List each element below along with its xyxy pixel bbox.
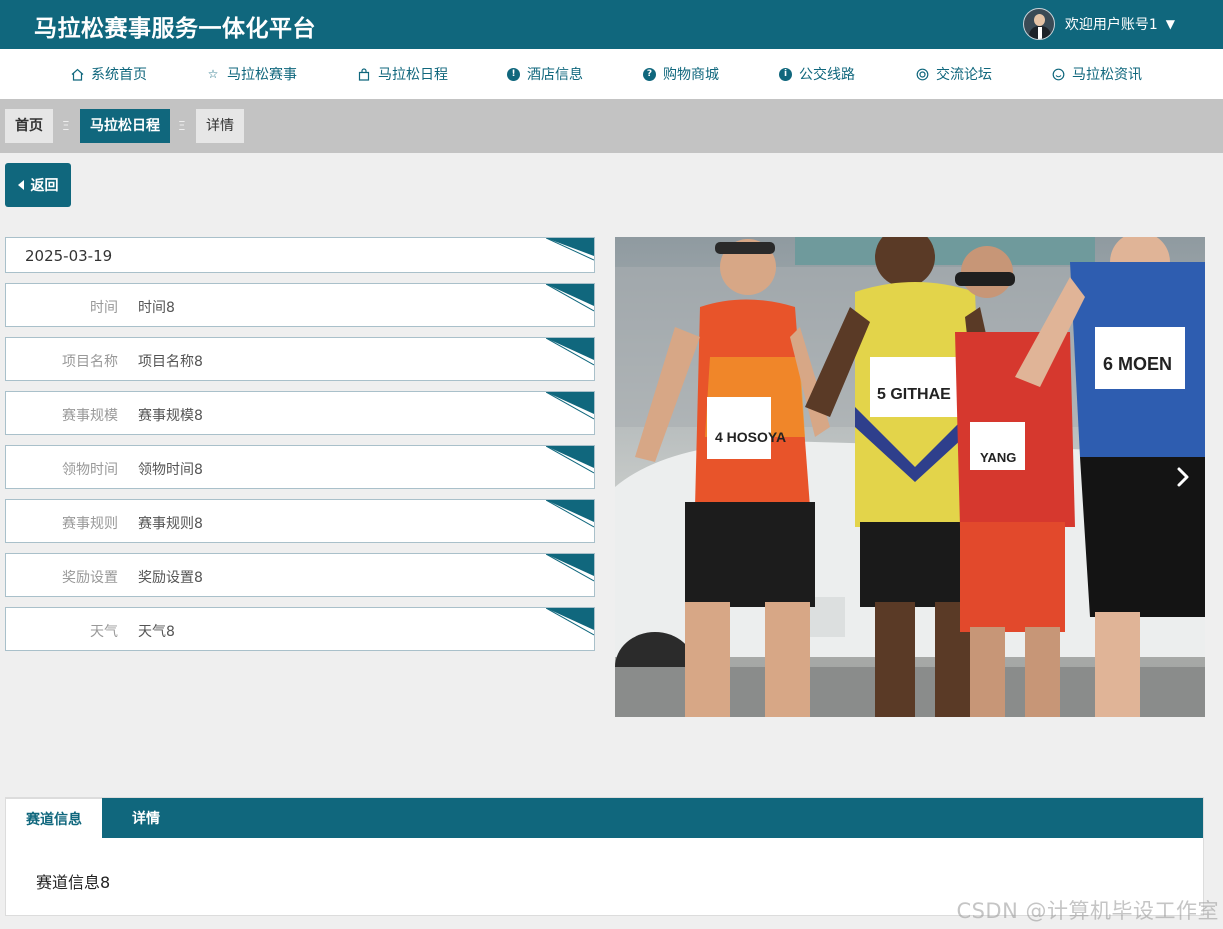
home-icon — [70, 67, 84, 81]
nav-label: 系统首页 — [91, 67, 147, 83]
tab-bar: 赛道信息 详情 — [6, 798, 1203, 838]
nav-label: 公交线路 — [799, 67, 855, 83]
breadcrumb-home[interactable]: 首页 — [5, 109, 53, 143]
nav-item-marathon-events[interactable]: ☆ 马拉松赛事 — [206, 49, 297, 99]
corner-decoration-icon — [546, 446, 594, 474]
event-date: 2025-03-19 — [25, 247, 113, 265]
field-label: 天气 — [90, 624, 118, 640]
field-label: 赛事规模 — [62, 408, 118, 424]
nav-item-home[interactable]: 系统首页 — [70, 49, 147, 99]
nav-item-shop[interactable]: ? 购物商城 — [643, 49, 719, 99]
corner-decoration-icon — [546, 608, 594, 636]
breadcrumb-separator-icon: Ξ — [62, 119, 70, 133]
bag-icon — [357, 67, 371, 81]
user-menu[interactable]: 欢迎用户账号1 ▼ — [1022, 7, 1175, 41]
field-row-weather: 天气 天气8 — [5, 607, 595, 651]
field-label: 领物时间 — [62, 462, 118, 478]
breadcrumb: 首页 Ξ 马拉松日程 Ξ 详情 — [0, 99, 1223, 153]
field-value: 赛事规则8 — [138, 516, 203, 532]
top-header: 马拉松赛事服务一体化平台 欢迎用户账号1 ▼ — [0, 0, 1223, 49]
nav-label: 交流论坛 — [936, 67, 992, 83]
corner-decoration-icon — [546, 284, 594, 312]
corner-decoration-icon — [546, 392, 594, 420]
field-label: 奖励设置 — [62, 570, 118, 586]
event-photo-carousel[interactable]: 4 HOSOYA 5 GITHAE YANG 6 MOEN — [615, 237, 1205, 717]
question-circle-icon: ? — [643, 67, 656, 81]
nav-item-marathon-schedule[interactable]: 马拉松日程 — [357, 49, 448, 99]
marathon-runners-photo: 4 HOSOYA 5 GITHAE YANG 6 MOEN — [615, 237, 1205, 717]
field-row-event-rules: 赛事规则 赛事规则8 — [5, 499, 595, 543]
bib-text: YANG — [980, 450, 1016, 465]
corner-decoration-icon — [546, 338, 594, 366]
caret-down-icon[interactable]: ▼ — [1166, 17, 1175, 31]
bib-text: 4 HOSOYA — [715, 429, 786, 445]
caret-left-icon — [17, 180, 24, 190]
tab-course-info[interactable]: 赛道信息 — [6, 798, 102, 838]
nav-item-forum[interactable]: 交流论坛 — [915, 49, 992, 99]
nav-label: 马拉松资讯 — [1072, 67, 1142, 83]
back-label: 返回 — [30, 178, 59, 194]
nav-item-hotel-info[interactable]: ! 酒店信息 — [507, 49, 583, 99]
corner-decoration-icon — [546, 500, 594, 528]
back-button[interactable]: 返回 — [5, 163, 71, 207]
field-value: 天气8 — [138, 624, 175, 640]
app-title: 马拉松赛事服务一体化平台 — [34, 16, 316, 42]
field-value: 时间8 — [138, 300, 175, 316]
field-label: 项目名称 — [62, 354, 118, 370]
date-row: 2025-03-19 — [5, 237, 595, 273]
field-value: 领物时间8 — [138, 462, 203, 478]
tab-details[interactable]: 详情 — [102, 798, 190, 838]
info-circle-icon: i — [779, 67, 792, 81]
field-row-project-name: 项目名称 项目名称8 — [5, 337, 595, 381]
watermark: CSDN @计算机毕设工作室 — [956, 899, 1219, 923]
corner-decoration-icon — [546, 554, 594, 582]
field-value: 项目名称8 — [138, 354, 203, 370]
nav-label: 购物商城 — [663, 67, 719, 83]
field-row-time: 时间 时间8 — [5, 283, 595, 327]
nav-item-bus-routes[interactable]: i 公交线路 — [779, 49, 855, 99]
field-label: 时间 — [90, 300, 118, 316]
corner-decoration-icon — [546, 238, 594, 261]
smile-icon — [1051, 67, 1065, 81]
main-nav: 系统首页 ☆ 马拉松赛事 马拉松日程 ! 酒店信息 ? 购物商城 i 公交线路 … — [0, 49, 1223, 99]
nav-label: 酒店信息 — [527, 67, 583, 83]
user-label[interactable]: 欢迎用户账号1 — [1065, 14, 1158, 34]
field-row-pickup-time: 领物时间 领物时间8 — [5, 445, 595, 489]
breadcrumb-separator-icon: Ξ — [178, 119, 186, 133]
breadcrumb-detail: 详情 — [196, 109, 244, 143]
avatar[interactable] — [1022, 8, 1055, 40]
field-row-rewards: 奖励设置 奖励设置8 — [5, 553, 595, 597]
bib-text: 5 GITHAE — [877, 386, 951, 403]
bib-text: 6 MOEN — [1103, 354, 1172, 374]
nav-item-marathon-news[interactable]: 马拉松资讯 — [1051, 49, 1142, 99]
chevron-right-icon[interactable] — [1173, 465, 1193, 489]
nav-label: 马拉松赛事 — [227, 67, 297, 83]
breadcrumb-schedule[interactable]: 马拉松日程 — [80, 109, 170, 143]
field-value: 赛事规模8 — [138, 408, 203, 424]
field-label: 赛事规则 — [62, 516, 118, 532]
nav-label: 马拉松日程 — [378, 67, 448, 83]
tab-content: 赛道信息8 — [36, 873, 111, 892]
field-value: 奖励设置8 — [138, 570, 203, 586]
target-icon — [915, 67, 929, 81]
star-icon: ☆ — [207, 67, 219, 81]
field-row-event-scale: 赛事规模 赛事规模8 — [5, 391, 595, 435]
exclamation-circle-icon: ! — [507, 67, 520, 81]
